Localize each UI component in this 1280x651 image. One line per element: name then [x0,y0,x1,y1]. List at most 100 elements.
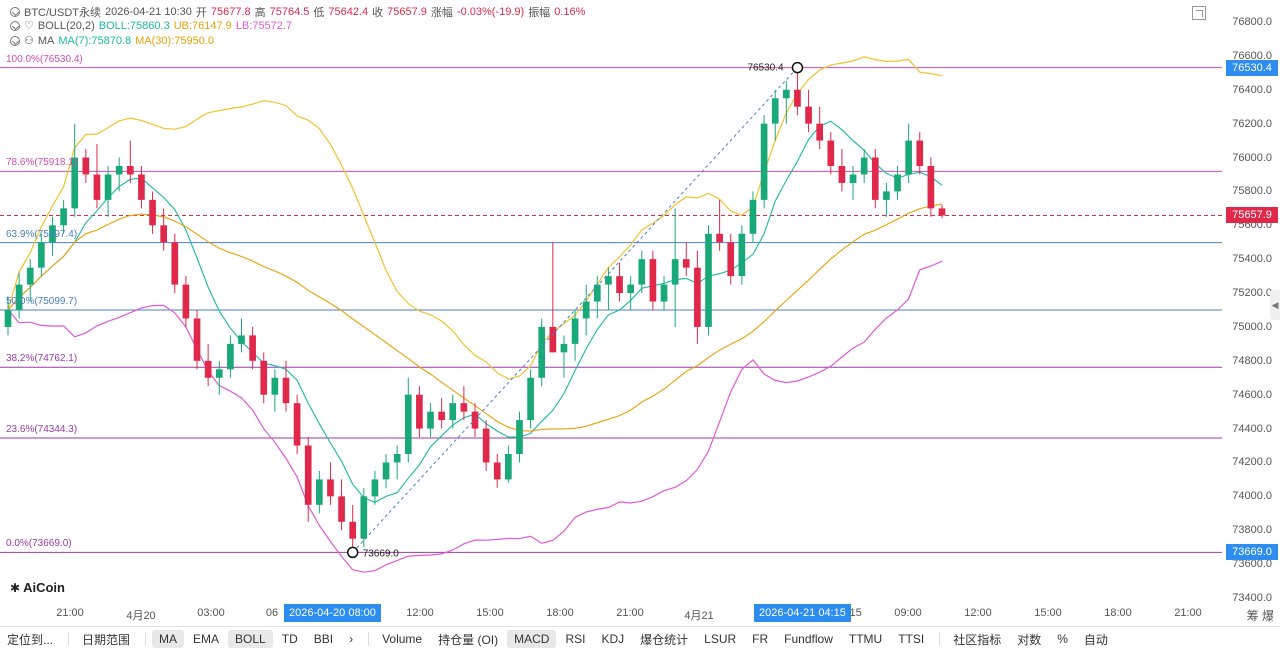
fib-label: 23.6%(74344.3) [6,424,78,436]
main-indicator-ma[interactable]: MA [152,630,185,648]
candle-body [883,191,890,200]
price-tag-low-tag: 73669.0 [1226,544,1278,561]
chevron-right-icon[interactable]: › [342,630,360,648]
time-tick: 12:00 [964,607,992,619]
legend-low: 75642.4 [328,6,369,18]
main-indicator-bbi[interactable]: BBI [307,630,340,648]
boll-upper-line [7,56,943,380]
time-tag-tag-right: 2026-04-21 04:15 [754,604,851,622]
candle-body [860,157,868,175]
price-tick: 75000.0 [1232,320,1272,333]
sub-indicator-item[interactable]: Volume [375,630,429,648]
sub-indicator-item[interactable]: 持仓量 (OI) [431,629,505,650]
sub-indicator-item[interactable]: 爆仓统计 [633,629,695,650]
candle-body [616,276,623,294]
toolbar-right-item[interactable]: 社区指标 [946,629,1008,650]
candle-body [315,479,323,505]
candle-body [671,259,679,285]
price-tick: 74400.0 [1232,422,1272,435]
swing-high-label: 76530.4 [747,63,784,74]
legend-close-label: 收 [372,7,384,19]
candle-body [816,123,824,141]
corner-tools[interactable]: 筹 爆 [1247,607,1274,624]
candle-body [82,157,90,175]
candle-body [571,318,579,344]
candle-body [4,310,12,327]
legend-amp-label: 振幅 [528,7,551,19]
candle-body [460,403,468,412]
candle-body [171,242,179,285]
toolbar-right-item[interactable]: 对数 [1010,629,1048,650]
sub-indicator-item[interactable]: Fundflow [777,630,840,648]
candle-body [371,479,379,497]
candle-body [271,377,279,395]
eye-icon[interactable] [10,7,20,17]
sub-indicator-item[interactable]: RSI [558,630,592,648]
fullscreen-icon[interactable] [1192,6,1206,20]
lock-icon[interactable]: ⚇ [24,34,34,47]
toolbar-right-item[interactable]: % [1050,630,1075,648]
swing-low-label: 73669.0 [363,548,400,559]
toolbar-divider [145,632,147,646]
candle-body [427,411,434,429]
candle-body [38,242,45,268]
price-tick: 74600.0 [1232,388,1272,401]
price-tick: 76000.0 [1232,151,1272,164]
toolbar-right-item[interactable]: 自动 [1077,629,1115,650]
main-indicator-boll[interactable]: BOLL [228,630,273,648]
candle-body [126,166,134,175]
eye-icon[interactable] [10,35,20,46]
candle-body [716,233,723,243]
collapse-arrow-icon[interactable]: ◀ [1270,290,1280,320]
candle-body [938,208,946,216]
candle-body [638,259,646,285]
locate-button[interactable]: 定位到... [0,629,60,650]
chart-area[interactable]: 73669.0 76530.4 [0,0,1222,600]
candle-body [593,284,601,302]
candle-body [293,403,301,446]
time-tick: 06 [265,607,279,619]
sub-indicator-item[interactable]: MACD [507,630,557,648]
legend-high-label: 高 [254,7,266,19]
time-tick: 15:00 [1034,607,1062,619]
sub-indicator-item[interactable]: LSUR [697,630,743,648]
candlestick-chart[interactable]: 73669.0 76530.4 [0,0,1222,600]
time-tick: 4月20 [126,610,156,622]
main-indicator-ema[interactable]: EMA [186,630,226,648]
price-tick: 76400.0 [1232,83,1272,96]
candle-body [449,403,457,421]
candle-body [649,259,657,302]
candle-body [238,335,245,344]
aicoin-logo: ✱ AiCoin [10,580,65,595]
candle-body [894,174,901,192]
sub-indicator-item[interactable]: FR [745,630,775,648]
legend-open: 75677.8 [210,6,251,18]
time-tick: 18:00 [546,607,574,619]
toolbar-divider [368,632,370,646]
candle-body [160,225,168,243]
price-tick: 74200.0 [1232,456,1272,469]
bell-icon[interactable]: ♡ [24,19,34,32]
legend-boll-lb: LB:75572.7 [235,19,293,32]
price-tick: 76200.0 [1232,117,1272,130]
candle-body [660,284,668,302]
sub-indicator-item[interactable]: KDJ [594,630,631,648]
candle-body [549,326,557,353]
candle-body [227,343,234,370]
candle-body [382,462,390,480]
swing-low-marker [346,546,359,559]
candle-body [404,394,412,454]
date-range-button[interactable]: 日期范围 [75,629,137,650]
time-axis[interactable]: 21:00 4月20 03:00 06 09:00 12:00 15:00 18:00 21:0… [0,600,1222,626]
main-indicator-td[interactable]: TD [275,630,305,648]
price-tick: 74800.0 [1232,354,1272,367]
candle-body [138,174,145,200]
legend-ma7: MA(7):75870.8 [58,34,132,47]
price-tick: 76800.0 [1232,16,1272,28]
sub-indicator-item[interactable]: TTSI [891,630,931,648]
candle-body [871,157,879,200]
candle-body [771,98,779,124]
eye-icon[interactable] [10,20,20,31]
sub-indicator-item[interactable]: TTMU [842,630,889,648]
price-tag-high-tag: 76530.4 [1226,59,1278,76]
